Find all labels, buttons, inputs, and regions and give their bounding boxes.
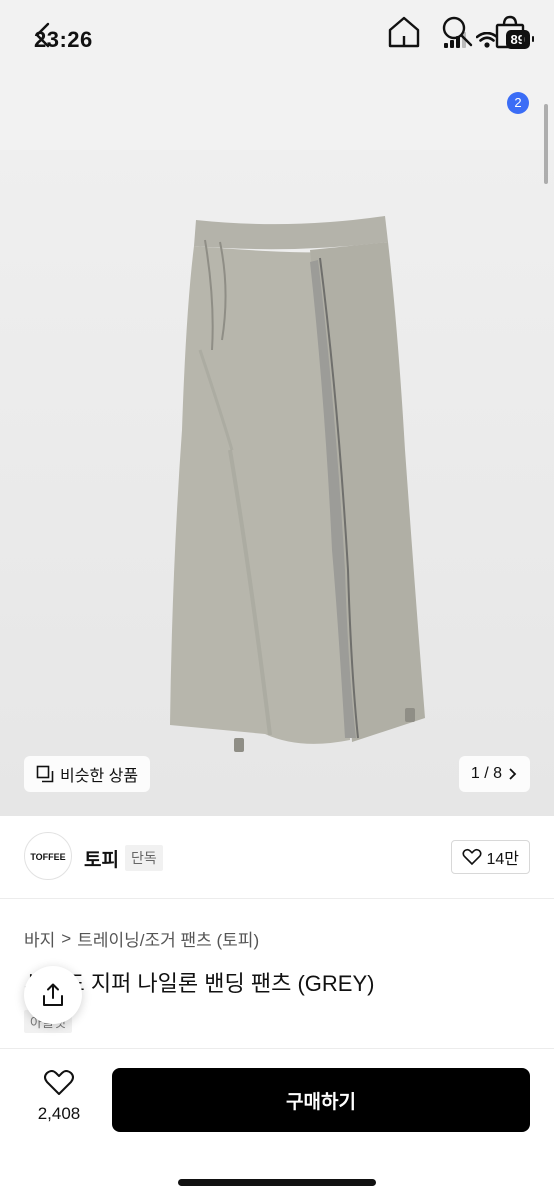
bottom-action-bar: 2,408 구매하기	[0, 1048, 554, 1200]
share-icon	[43, 983, 63, 1006]
wishlist-button[interactable]: 2,408	[26, 1069, 92, 1124]
product-image[interactable]	[0, 150, 554, 816]
product-photo-pants	[170, 216, 425, 752]
breadcrumb-separator: >	[61, 928, 72, 948]
share-button[interactable]	[24, 966, 82, 1024]
heart-icon	[462, 848, 483, 866]
similar-products-button[interactable]: 비슷한 상품	[24, 756, 151, 792]
similar-products-label: 비슷한 상품	[60, 768, 139, 785]
section-divider	[0, 898, 554, 899]
home-icon[interactable]	[386, 14, 422, 50]
shopping-bag-icon[interactable]	[492, 14, 528, 50]
cart-count-badge: 2	[507, 92, 529, 114]
brand-row: TOFFEE 토피 단독 14만	[0, 830, 554, 890]
buy-button[interactable]: 구매하기	[112, 1068, 530, 1132]
back-icon[interactable]	[26, 18, 60, 52]
exclusive-tag: 단독	[125, 845, 163, 871]
brand-like-count: 14만	[486, 851, 519, 868]
search-icon[interactable]	[440, 14, 474, 48]
chevron-right-icon	[509, 768, 517, 780]
nav-bar	[0, 80, 554, 150]
home-indicator	[178, 1179, 376, 1186]
similar-icon	[36, 765, 54, 783]
heart-icon	[44, 1070, 74, 1095]
breadcrumb-subcategory[interactable]: 트레이닝/조거 팬츠 (토피)	[77, 926, 259, 951]
breadcrumb-category[interactable]: 바지	[24, 926, 55, 951]
breadcrumb: 바지 > 트레이닝/조거 팬츠 (토피)	[24, 926, 259, 951]
image-page-counter[interactable]: 1 / 8	[458, 756, 530, 792]
scroll-indicator	[544, 104, 548, 184]
brand-name[interactable]: 토피	[84, 845, 119, 872]
brand-like-button[interactable]: 14만	[451, 840, 530, 874]
page-counter-text: 1 / 8	[470, 765, 502, 782]
brand-logo[interactable]: TOFFEE	[24, 832, 72, 880]
wishlist-count: 2,408	[37, 1104, 81, 1123]
